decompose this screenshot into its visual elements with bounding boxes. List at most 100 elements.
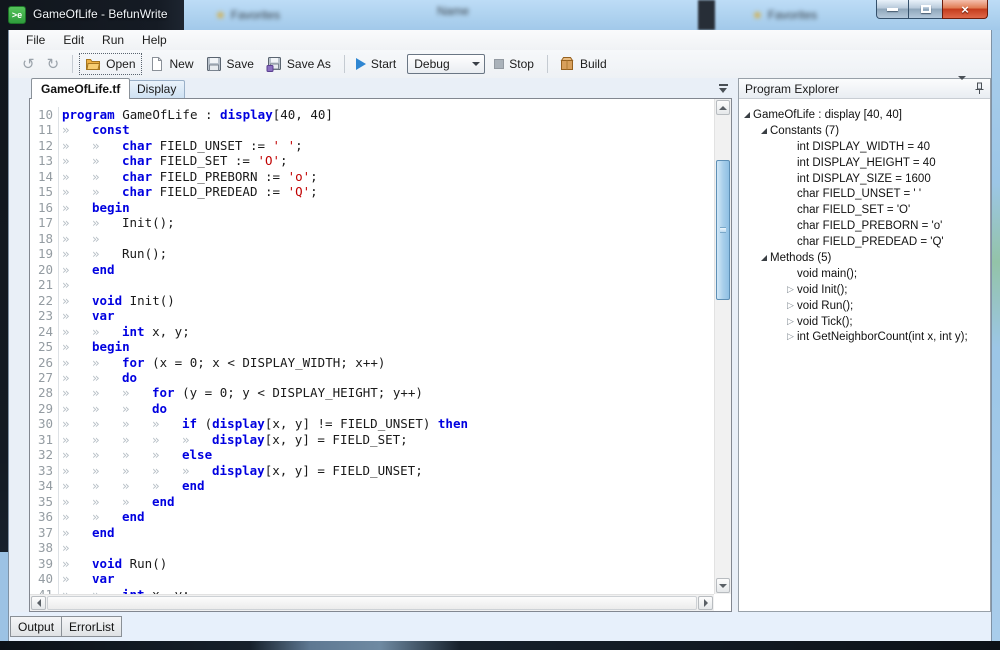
program-explorer-tree[interactable]: GameOfLife : display [40, 40]Constants (… [739, 100, 990, 611]
expander-open-icon[interactable] [757, 123, 770, 139]
save-icon [206, 56, 222, 72]
code-line[interactable]: 28»»»for (y = 0; y < DISPLAY_HEIGHT; y++… [30, 385, 714, 400]
tree-item[interactable]: char FIELD_SET = 'O' [739, 202, 990, 218]
vertical-scrollbar[interactable] [714, 99, 731, 594]
run-mode-dropdown[interactable]: Debug [407, 54, 485, 74]
code-line[interactable]: 20»end [30, 262, 714, 277]
tree-item[interactable]: int DISPLAY_WIDTH = 40 [739, 139, 990, 155]
close-button[interactable]: × [942, 0, 988, 19]
panel-menu-icon[interactable] [958, 80, 966, 98]
tab-overflow-icon[interactable] [717, 84, 731, 94]
line-number: 25 [30, 339, 59, 354]
menu-edit[interactable]: Edit [54, 31, 93, 49]
tree-item[interactable]: ▷void Init(); [739, 282, 990, 298]
code-line[interactable]: 25»begin [30, 339, 714, 354]
code-view[interactable]: 10program GameOfLife : display[40, 40]11… [30, 99, 714, 594]
code-line[interactable]: 26»»for (x = 0; x < DISPLAY_WIDTH; x++) [30, 355, 714, 370]
code-line[interactable]: 11»const [30, 122, 714, 137]
code-line[interactable]: 37»end [30, 525, 714, 540]
tab-output[interactable]: Output [10, 616, 62, 637]
code-line[interactable]: 35»»»end [30, 494, 714, 509]
save-as-button[interactable]: Save As [261, 54, 336, 74]
code-line[interactable]: 34»»»»end [30, 478, 714, 493]
code-line[interactable]: 10program GameOfLife : display[40, 40] [30, 107, 714, 122]
code-line[interactable]: 15»»char FIELD_PREDEAD := 'Q'; [30, 184, 714, 199]
code-line[interactable]: 39»void Run() [30, 556, 714, 571]
scroll-right-button[interactable] [698, 596, 713, 610]
new-button[interactable]: New [144, 54, 199, 74]
redo-button[interactable]: ↻ [42, 53, 65, 75]
expander-open-icon[interactable] [757, 250, 770, 266]
code-line[interactable]: 13»»char FIELD_SET := 'O'; [30, 153, 714, 168]
code-line[interactable]: 30»»»»if (display[x, y] != FIELD_UNSET) … [30, 416, 714, 431]
horizontal-scrollbar[interactable] [30, 594, 714, 611]
tab-errorlist[interactable]: ErrorList [61, 616, 122, 637]
undo-button[interactable]: ↺ [17, 53, 40, 75]
code-line[interactable]: 36»»end [30, 509, 714, 524]
tree-item[interactable]: ▷void Tick(); [739, 314, 990, 330]
code-line[interactable]: 24»»int x, y; [30, 324, 714, 339]
code-line[interactable]: 16»begin [30, 200, 714, 215]
app-icon: >e [8, 6, 26, 24]
maximize-button[interactable] [909, 0, 942, 19]
scroll-down-button[interactable] [716, 578, 730, 593]
tree-item[interactable]: GameOfLife : display [40, 40] [739, 107, 990, 123]
code-line[interactable]: 14»»char FIELD_PREBORN := 'o'; [30, 169, 714, 184]
line-number: 30 [30, 416, 59, 431]
code-line[interactable]: 17»»Init(); [30, 215, 714, 230]
expander-closed-icon[interactable]: ▷ [784, 314, 797, 330]
tree-item[interactable]: ▷void Run(); [739, 298, 990, 314]
pin-icon[interactable] [975, 82, 984, 95]
expander-open-icon[interactable] [740, 107, 753, 123]
tree-item[interactable]: char FIELD_UNSET = ' ' [739, 186, 990, 202]
scroll-up-button[interactable] [716, 100, 730, 115]
build-button[interactable]: Build [554, 54, 612, 74]
scroll-left-button[interactable] [31, 596, 46, 610]
tree-item[interactable]: Methods (5) [739, 250, 990, 266]
tree-item[interactable]: int DISPLAY_SIZE = 1600 [739, 171, 990, 187]
code-line[interactable]: 12»»char FIELD_UNSET := ' '; [30, 138, 714, 153]
indent-marker: » [152, 447, 182, 462]
tab-gameoflife[interactable]: GameOfLife.tf [31, 78, 130, 99]
stop-button[interactable]: Stop [489, 55, 539, 73]
title-bar[interactable]: ★Favorites Name ★Favorites >e GameOfLife… [0, 0, 1000, 30]
tab-display[interactable]: Display [128, 80, 185, 98]
code-text: »»»»»display[x, y] = FIELD_UNSET; [59, 463, 423, 478]
expander-closed-icon[interactable]: ▷ [784, 298, 797, 314]
code-line[interactable]: 27»»do [30, 370, 714, 385]
background-favorites-1: ★Favorites [215, 8, 280, 22]
open-button[interactable]: Open [79, 53, 141, 75]
code-line[interactable]: 22»void Init() [30, 293, 714, 308]
code-line[interactable]: 21» [30, 277, 714, 292]
expander-closed-icon[interactable]: ▷ [784, 282, 797, 298]
code-line[interactable]: 19»»Run(); [30, 246, 714, 261]
code-line[interactable]: 18»» [30, 231, 714, 246]
expander-closed-icon[interactable]: ▷ [784, 329, 797, 345]
indent-marker: » [62, 432, 92, 447]
minimize-button[interactable] [876, 0, 909, 19]
horizontal-scroll-thumb[interactable] [47, 596, 697, 610]
menu-run[interactable]: Run [93, 31, 133, 49]
tree-item[interactable]: Constants (7) [739, 123, 990, 139]
tree-item[interactable]: ▷int GetNeighborCount(int x, int y); [739, 329, 990, 345]
code-editor[interactable]: 10program GameOfLife : display[40, 40]11… [29, 98, 732, 612]
menu-help[interactable]: Help [133, 31, 176, 49]
code-line[interactable]: 29»»»do [30, 401, 714, 416]
code-line[interactable]: 23»var [30, 308, 714, 323]
save-button[interactable]: Save [201, 54, 259, 74]
vertical-scroll-thumb[interactable] [716, 160, 730, 300]
code-line[interactable]: 33»»»»»display[x, y] = FIELD_UNSET; [30, 463, 714, 478]
tree-item[interactable]: char FIELD_PREBORN = 'o' [739, 218, 990, 234]
tree-item[interactable]: char FIELD_PREDEAD = 'Q' [739, 234, 990, 250]
menu-file[interactable]: File [17, 31, 54, 49]
code-line[interactable]: 41»»int x, y; [30, 587, 714, 594]
start-button[interactable]: Start [351, 55, 401, 73]
code-line[interactable]: 40»var [30, 571, 714, 586]
run-mode-value: Debug [408, 57, 468, 71]
tree-item[interactable]: void main(); [739, 266, 990, 282]
code-line[interactable]: 31»»»»»display[x, y] = FIELD_SET; [30, 432, 714, 447]
tree-item[interactable]: int DISPLAY_HEIGHT = 40 [739, 155, 990, 171]
code-line[interactable]: 38» [30, 540, 714, 555]
indent-marker: » [122, 478, 152, 493]
code-line[interactable]: 32»»»»else [30, 447, 714, 462]
